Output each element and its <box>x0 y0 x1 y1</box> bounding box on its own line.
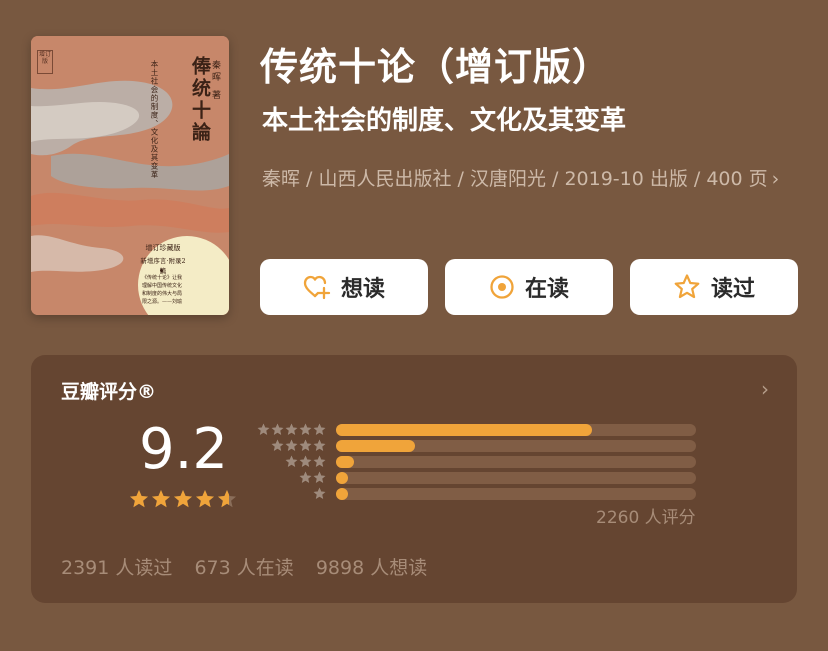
rating-row-1 <box>256 487 696 500</box>
rating-bar-track <box>336 471 696 484</box>
book-title: 传统十论（增订版） <box>260 45 612 89</box>
rating-bar-fill <box>336 487 348 500</box>
star-icon <box>271 423 284 435</box>
star-icon <box>218 490 236 508</box>
rating-bar-track <box>336 439 696 452</box>
chevron-right-icon: › <box>771 168 780 190</box>
rating-row-stars <box>256 471 326 484</box>
rating-bar-fill <box>336 423 592 436</box>
reader-stats: 2391 人读过 673 人在读 9898 人想读 <box>61 553 443 580</box>
star-icon <box>152 490 170 508</box>
book-subtitle: 本土社会的制度、文化及其变革 <box>262 106 627 136</box>
have-read-label: 读过 <box>710 277 755 302</box>
rating-score: 9.2 <box>139 417 229 482</box>
rating-row-3 <box>256 455 696 468</box>
rating-row-2 <box>256 471 696 484</box>
rating-label: 豆瓣评分® <box>61 381 157 403</box>
star-icon <box>299 423 312 435</box>
rating-bar-fill <box>336 471 348 484</box>
star-icon <box>285 423 298 435</box>
reading-button[interactable]: 在读 <box>445 259 613 315</box>
star-icon <box>285 439 298 451</box>
rating-count: 2260 人评分 <box>596 508 696 528</box>
rating-row-stars <box>256 487 326 500</box>
want-to-read-button[interactable]: 想读 <box>260 259 428 315</box>
reading-count: 673 人在读 <box>194 557 294 579</box>
star-icon <box>313 439 326 451</box>
cover-seal-quote: 《传统十论》让我理解中国传统文化和制度的伟大与局限之源。——刘瑜 <box>142 275 183 305</box>
book-meta[interactable]: 秦晖 / 山西人民出版社 / 汉唐阳光 / 2019-10 出版 / 400 页… <box>262 160 792 198</box>
star-icon <box>313 487 326 499</box>
cover-subtitle: 本土社会的制度、文化及其变革 <box>150 60 159 179</box>
heart-plus-icon <box>303 275 331 300</box>
star-icon <box>285 455 298 467</box>
rating-bar-track <box>336 455 696 468</box>
star-icon <box>299 471 312 483</box>
reading-label: 在读 <box>524 277 569 302</box>
rating-stars <box>129 489 237 509</box>
chevron-right-icon[interactable]: › <box>761 377 769 401</box>
want-to-read-label: 想读 <box>340 277 385 302</box>
rating-row-stars <box>256 439 326 452</box>
star-icon <box>299 439 312 451</box>
rating-row-stars <box>256 455 326 468</box>
star-icon <box>130 490 148 508</box>
cover-seal-line1: 增订珍藏版 <box>145 244 181 252</box>
star-icon <box>313 455 326 467</box>
rating-row-4 <box>256 439 696 452</box>
cover-edition-tag: 增订版 <box>37 50 53 74</box>
star-icon <box>257 423 270 435</box>
star-icon <box>299 455 312 467</box>
rating-row-5 <box>256 423 696 436</box>
target-icon <box>490 275 514 299</box>
cover-seal: 增订珍藏版 新增序言·附录2篇 《传统十论》让我理解中国传统文化和制度的伟大与局… <box>138 236 229 315</box>
rating-bar-fill <box>336 439 416 452</box>
rating-card[interactable]: 豆瓣评分® › 9.2 2260 人评分 2391 人读过 673 人在读 98… <box>31 355 797 603</box>
star-icon <box>271 439 284 451</box>
rating-bar-track <box>336 487 696 500</box>
star-icon <box>313 423 326 435</box>
rating-bar-fill <box>336 455 354 468</box>
book-meta-text: 秦晖 / 山西人民出版社 / 汉唐阳光 / 2019-10 出版 / 400 页 <box>262 168 768 190</box>
want-count: 9898 人想读 <box>315 557 428 579</box>
have-read-button[interactable]: 读过 <box>630 259 798 315</box>
rating-bar-track <box>336 423 696 436</box>
cover-seal-line2: 新增序言·附录2篇 <box>140 257 186 275</box>
star-icon <box>674 274 700 299</box>
book-cover[interactable]: 增订版 秦晖 著 俸统十論 本土社会的制度、文化及其变革 增订珍藏版 新增序言·… <box>31 36 229 315</box>
star-icon <box>196 490 214 508</box>
star-icon <box>174 490 192 508</box>
read-count: 2391 人读过 <box>61 557 173 579</box>
cover-title: 俸统十論 <box>189 56 211 144</box>
rating-row-stars <box>256 423 326 436</box>
star-icon <box>313 471 326 483</box>
cover-seal-dot <box>160 269 163 272</box>
